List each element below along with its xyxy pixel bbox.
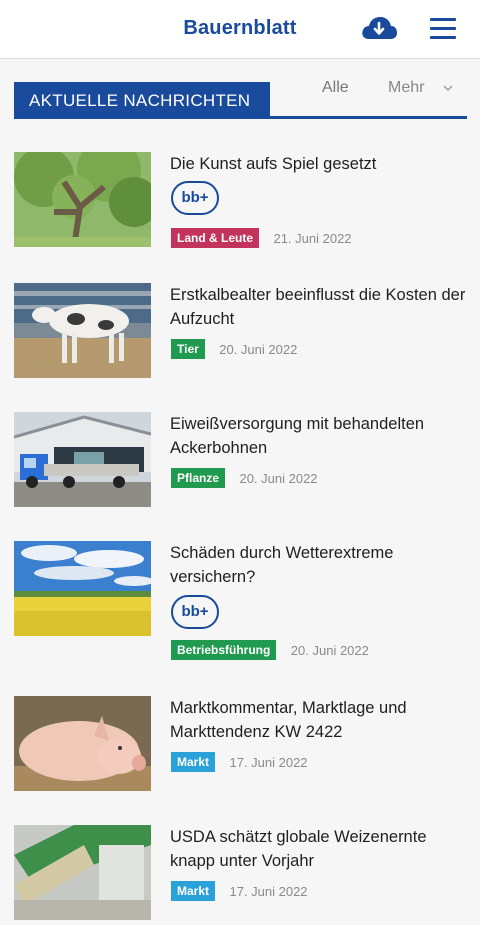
article-title[interactable]: Erstkalbealter beeinflusst die Kosten de… (170, 283, 466, 331)
article-meta: Betriebsführung 20. Juni 2022 (171, 640, 369, 660)
article-title[interactable]: USDA schätzt globale Weizenernte knapp u… (170, 825, 466, 873)
app-header: Bauernblatt (0, 0, 480, 59)
article-title[interactable]: Die Kunst aufs Spiel gesetzt (170, 152, 466, 176)
article-meta: Tier 20. Juni 2022 (171, 339, 297, 359)
category-tag[interactable]: Tier (171, 339, 205, 359)
article-thumbnail[interactable] (14, 825, 151, 920)
article-thumbnail[interactable] (14, 541, 151, 636)
article-date: 20. Juni 2022 (219, 341, 298, 357)
article-date: 21. Juni 2022 (273, 230, 352, 246)
category-tag[interactable]: Markt (171, 881, 216, 901)
bb-plus-badge: bb+ (171, 595, 219, 629)
article-title[interactable]: Eiweißversorgung mit behandelten Ackerbo… (170, 412, 466, 460)
article-item[interactable]: Eiweißversorgung mit behandelten Ackerbo… (14, 412, 466, 512)
bb-plus-badge: bb+ (171, 181, 219, 215)
article-meta: Pflanze 20. Juni 2022 (171, 468, 318, 488)
chevron-down-icon[interactable] (442, 82, 454, 94)
article-item[interactable]: USDA schätzt globale Weizenernte knapp u… (14, 825, 466, 925)
article-meta: Markt 17. Juni 2022 (171, 881, 308, 901)
category-tag[interactable]: Markt (171, 752, 216, 772)
category-tag[interactable]: Land & Leute (171, 228, 260, 248)
section-divider (14, 116, 467, 119)
article-date: 20. Juni 2022 (239, 470, 318, 486)
article-date: 20. Juni 2022 (290, 642, 369, 658)
filter-more-dropdown[interactable]: Mehr (388, 79, 424, 97)
article-date: 17. Juni 2022 (229, 754, 308, 770)
app-title: Bauernblatt (183, 17, 297, 39)
article-meta: Markt 17. Juni 2022 (171, 752, 308, 772)
category-tag[interactable]: Pflanze (171, 468, 226, 488)
article-item[interactable]: Die Kunst aufs Spiel gesetzt bb+ Land & … (14, 152, 466, 252)
article-item[interactable]: Erstkalbealter beeinflusst die Kosten de… (14, 283, 466, 383)
article-meta: Land & Leute 21. Juni 2022 (171, 228, 352, 248)
article-thumbnail[interactable] (14, 696, 151, 791)
article-thumbnail[interactable] (14, 283, 151, 378)
article-title[interactable]: Marktkommentar, Marktlage und Markttende… (170, 696, 466, 744)
article-item[interactable]: Marktkommentar, Marktlage und Markttende… (14, 696, 466, 796)
hamburger-menu-icon[interactable] (430, 18, 456, 40)
category-tag[interactable]: Betriebsführung (171, 640, 277, 660)
article-item[interactable]: Schäden durch Wetterextreme versichern? … (14, 541, 466, 660)
article-thumbnail[interactable] (14, 412, 151, 507)
section-title: AKTUELLE NACHRICHTEN (14, 82, 270, 118)
article-thumbnail[interactable] (14, 152, 151, 247)
filter-all-tab[interactable]: Alle (322, 79, 349, 97)
article-title[interactable]: Schäden durch Wetterextreme versichern? (170, 541, 466, 589)
cloud-download-icon[interactable] (360, 13, 398, 43)
section-header: AKTUELLE NACHRICHTEN Alle Mehr (14, 79, 467, 120)
article-date: 17. Juni 2022 (229, 883, 308, 899)
